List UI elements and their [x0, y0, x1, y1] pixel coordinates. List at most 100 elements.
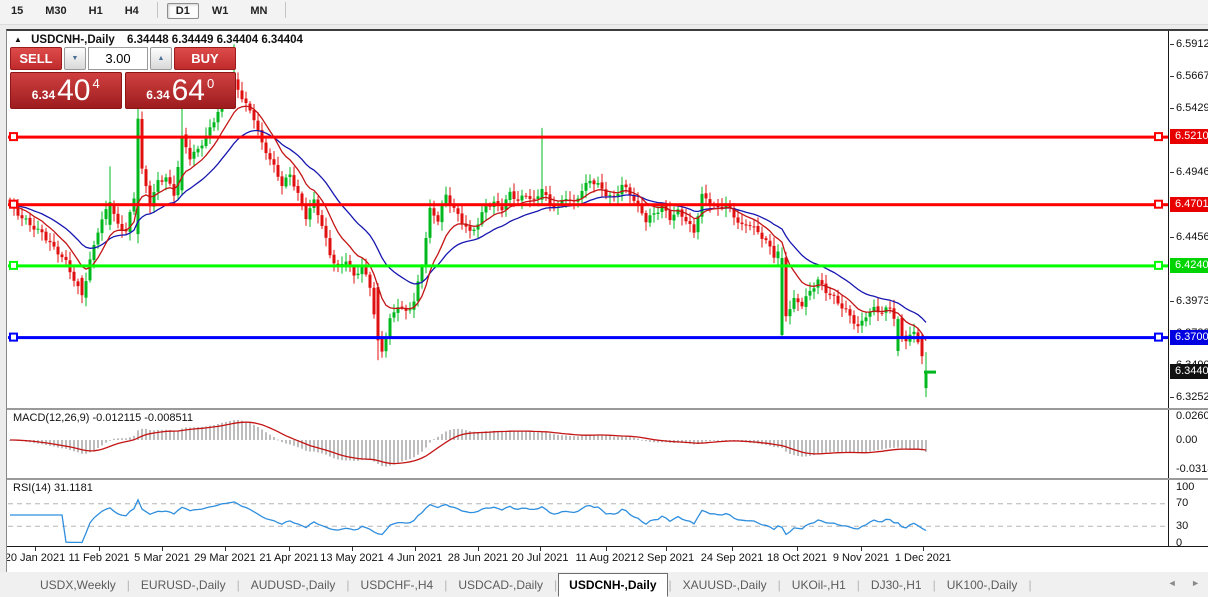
date-tick-label: 28 Jun 2021	[447, 552, 509, 564]
date-tick	[415, 547, 416, 551]
tab-audusd-daily[interactable]: AUDUSD-,Daily	[241, 574, 346, 596]
date-tick	[861, 547, 862, 551]
chevron-down-icon: ▼	[71, 55, 79, 62]
line-anchor-handle[interactable]	[1154, 260, 1163, 270]
line-anchor-handle[interactable]	[1154, 199, 1163, 209]
timeframe-button-15[interactable]: 15	[2, 3, 32, 19]
tab-ukoil-h1[interactable]: UKOil-,H1	[782, 574, 856, 596]
price-line-badge: 6.34404	[1170, 364, 1208, 380]
date-tick-label: 21 Apr 2021	[259, 552, 319, 564]
tab-scroll-left-icon[interactable]: ◄	[1168, 578, 1177, 588]
timeframe-button-d1[interactable]: D1	[166, 3, 199, 19]
macd-signal-line	[10, 421, 927, 465]
line-anchor-handle[interactable]	[9, 332, 18, 342]
price-tick	[1170, 76, 1174, 78]
date-tick	[666, 547, 667, 551]
date-tick	[289, 547, 290, 551]
timeframe-button-mn[interactable]: MN	[241, 3, 276, 19]
quote-ohlc-values: 6.34448 6.34449 6.34404 6.34404	[127, 34, 303, 46]
buy-button[interactable]: BUY	[174, 47, 236, 70]
ma-fast-line	[9, 105, 927, 341]
sell-price-display[interactable]: 6.34 40 4	[10, 72, 122, 109]
date-tick	[225, 547, 226, 551]
price-line-badge: 6.37007	[1170, 329, 1208, 345]
timeframe-button-w1[interactable]: W1	[203, 3, 238, 19]
chart-window: 6.591206.566706.542906.518806.494606.470…	[6, 29, 1208, 574]
tab-usdcad-daily[interactable]: USDCAD-,Daily	[448, 574, 553, 596]
date-tick-label: 1 Dec 2021	[894, 552, 952, 564]
date-tick	[352, 547, 353, 551]
one-click-trading-panel: SELL ▼ ▲ BUY 6.34404 6.34640	[10, 47, 236, 109]
date-tick-label: 11 Aug 2021	[575, 552, 637, 564]
price-tick-label: 6.59120	[1176, 37, 1208, 50]
rsi-axis-label: 30	[1176, 519, 1189, 532]
line-anchor-handle[interactable]	[9, 132, 18, 142]
price-tick	[1170, 236, 1174, 238]
price-tick	[1170, 107, 1174, 109]
buy-price-display[interactable]: 6.34 64 0	[124, 72, 236, 109]
horizontal-level-line[interactable]	[8, 135, 1168, 139]
price-tick	[1170, 396, 1174, 398]
line-anchor-handle[interactable]	[1154, 332, 1163, 342]
price-tick-label: 6.39730	[1176, 294, 1208, 307]
line-anchor-handle[interactable]	[9, 199, 18, 209]
date-tick-label: 20 Jul 2021	[511, 552, 569, 564]
timeframe-button-h4[interactable]: H4	[116, 3, 148, 19]
tab-separator: |	[1028, 577, 1032, 592]
sell-button[interactable]: SELL	[10, 47, 62, 70]
macd-axis: 0.02607 0.00 -0.03187	[1168, 410, 1208, 478]
date-tick-label: 13 May 2021	[320, 552, 384, 564]
tab-xauusd-daily[interactable]: XAUUSD-,Daily	[673, 574, 777, 596]
date-tick	[606, 547, 607, 551]
tab-dj30-h1[interactable]: DJ30-,H1	[861, 574, 932, 596]
time-axis[interactable]: 20 Jan 2021 11 Feb 2021 5 Mar 2021 29 Mar 2…	[7, 547, 1208, 569]
volume-increase-button[interactable]: ▲	[150, 47, 172, 70]
price-line-badge: 6.47015	[1170, 196, 1208, 212]
price-tick-label: 6.56670	[1176, 70, 1208, 83]
timeframe-button-h1[interactable]: H1	[80, 3, 112, 19]
sell-price-prefix: 6.34	[31, 88, 56, 102]
date-tick-label: 5 Mar 2021	[134, 552, 190, 564]
date-tick	[478, 547, 479, 551]
price-axis[interactable]: 6.591206.566706.542906.518806.494606.470…	[1168, 31, 1208, 408]
chart-tab-bar: USDX,Weekly | EURUSD-,Daily | AUDUSD-,Daily |…	[0, 572, 1208, 597]
date-tick	[797, 547, 798, 551]
price-tick	[1170, 300, 1174, 302]
line-anchor-handle[interactable]	[1154, 132, 1163, 142]
tab-usdchf-h4[interactable]: USDCHF-,H4	[351, 574, 444, 596]
toolbar-separator	[285, 1, 287, 18]
chart-symbol-title: USDCNH-,Daily	[31, 34, 115, 46]
date-tick-label: 9 Nov 2021	[832, 552, 890, 564]
volume-decrease-button[interactable]: ▼	[64, 47, 86, 70]
timeframe-toolbar: 15 M30 H1 H4 D1 W1 MN	[0, 0, 1208, 25]
tab-usdx-weekly[interactable]: USDX,Weekly	[30, 574, 126, 596]
price-line-badge: 6.52109	[1170, 129, 1208, 145]
last-price-marker	[924, 370, 936, 374]
line-anchor-handle[interactable]	[9, 260, 18, 270]
date-tick	[540, 547, 541, 551]
date-tick-label: 2 Sep 2021	[637, 552, 695, 564]
horizontal-level-line[interactable]	[8, 336, 1168, 340]
tab-uk100-daily[interactable]: UK100-,Daily	[937, 574, 1028, 596]
tab-scroll-right-icon[interactable]: ►	[1191, 578, 1200, 588]
rsi-panel[interactable]	[8, 480, 1168, 546]
volume-input[interactable]	[88, 47, 148, 70]
macd-axis-label: 0.00	[1176, 433, 1198, 446]
date-tick	[99, 547, 100, 551]
toolbar-separator	[156, 1, 158, 18]
price-tick-label: 6.54290	[1176, 101, 1208, 114]
chevron-up-icon: ▲	[157, 55, 165, 62]
horizontal-level-line[interactable]	[8, 264, 1168, 268]
date-tick	[162, 547, 163, 551]
tab-scroll-arrows: ◄ ►	[1156, 578, 1200, 588]
rsi-axis: 100 70 30 0	[1168, 480, 1208, 549]
price-tick-label: 6.32520	[1176, 390, 1208, 403]
collapse-trade-panel-icon[interactable]: ▲	[14, 35, 22, 44]
timeframe-button-m30[interactable]: M30	[36, 3, 75, 19]
date-tick-label: 18 Oct 2021	[767, 552, 827, 564]
rsi-label: RSI(14) 31.1181	[13, 482, 93, 494]
date-tick-label: 20 Jan 2021	[6, 552, 66, 564]
tab-eurusd-daily[interactable]: EURUSD-,Daily	[131, 574, 236, 596]
tab-usdcnh-daily[interactable]: USDCNH-,Daily	[558, 572, 668, 597]
horizontal-level-line[interactable]	[8, 203, 1168, 207]
